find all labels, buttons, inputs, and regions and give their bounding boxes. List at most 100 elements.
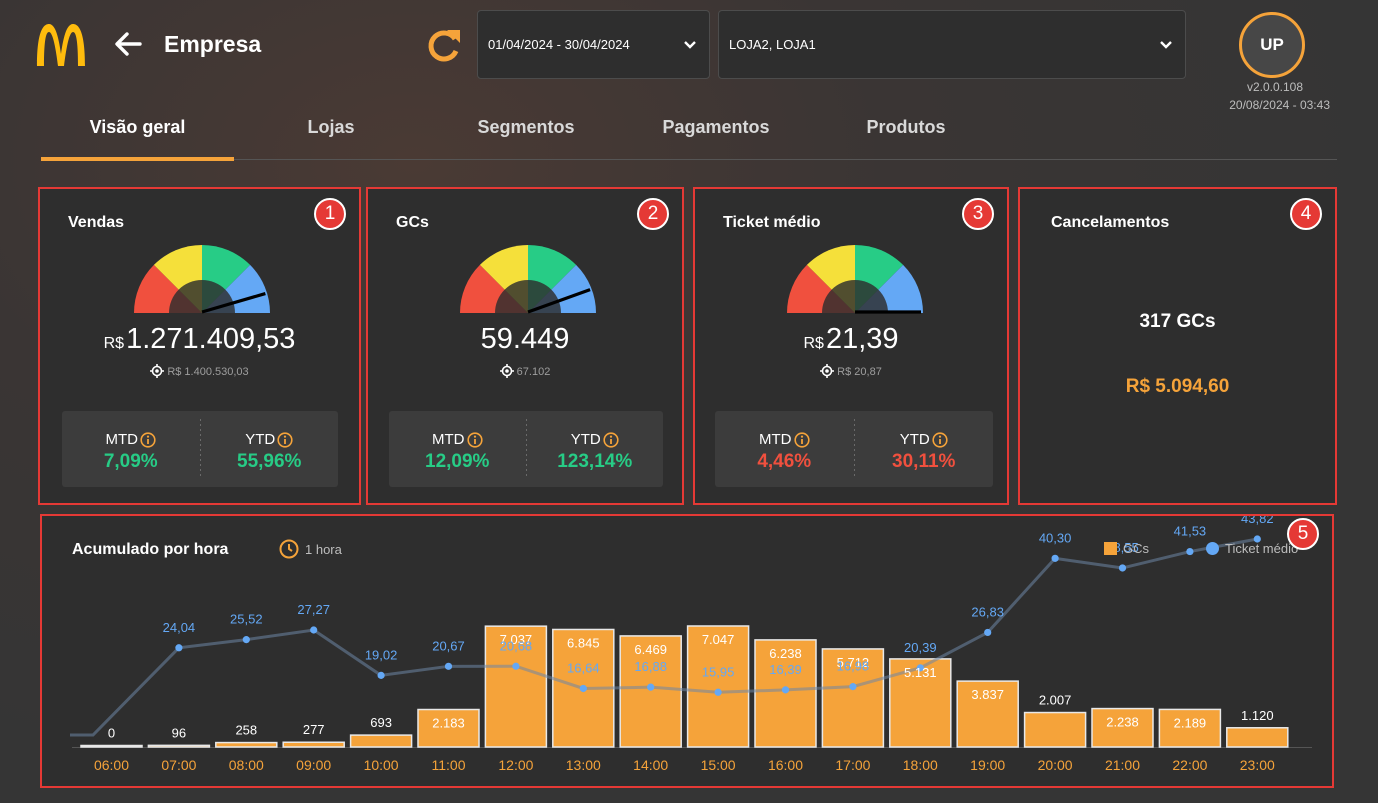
ticket-value-label: 16,39 [769, 662, 802, 677]
bar-gcs[interactable] [282, 741, 345, 748]
store-select[interactable]: LOJA2, LOJA1 [718, 10, 1186, 79]
legend-ticket[interactable]: Ticket médio [1206, 541, 1298, 556]
bar-gcs[interactable] [349, 734, 413, 748]
mtd-label: MTD [759, 431, 792, 448]
ytd-label: YTD [899, 431, 930, 448]
ticket-point[interactable] [1051, 554, 1059, 562]
mtd-value: 12,09% [425, 451, 490, 472]
gcs-card: GCs 2 59.449 67.102 MTD 12,09% YTD 123,14% [366, 187, 684, 505]
legend-label: Ticket médio [1225, 541, 1299, 556]
ticket-point[interactable] [512, 662, 520, 670]
legend-swatch [1104, 542, 1117, 555]
target-value: R$ 1.400.530,03 [167, 366, 249, 378]
app-version: v2.0.0.108 [1246, 80, 1303, 94]
bar-value-label: 7.047 [702, 632, 735, 647]
back-arrow-icon[interactable] [112, 28, 144, 60]
ticket-value-label: 20,39 [904, 640, 937, 655]
ticket-value: R$21,39 [695, 323, 1007, 356]
card-badge: 2 [637, 198, 669, 230]
x-tick-label: 19:00 [970, 757, 1005, 773]
card-title: Ticket médio [723, 214, 821, 231]
legend-swatch [1206, 542, 1219, 555]
ticket-point[interactable] [714, 688, 722, 696]
bar-gcs[interactable] [80, 744, 143, 748]
ytd-value: 123,14% [557, 451, 633, 472]
bar-value-label: 2.007 [1039, 693, 1072, 708]
tab-pagamentos[interactable]: Pagamentos [656, 117, 776, 138]
x-tick-label: 17:00 [835, 757, 870, 773]
ticket-value-label: 24,04 [163, 620, 196, 635]
ticket-point[interactable] [984, 628, 992, 637]
ticket-point[interactable] [377, 671, 385, 679]
tab-segmentos[interactable]: Segmentos [471, 117, 581, 138]
date-range-select[interactable]: 01/04/2024 - 30/04/2024 [477, 10, 710, 79]
store-value: LOJA2, LOJA1 [729, 37, 816, 52]
ticket-point[interactable] [781, 686, 790, 694]
ticket-point[interactable] [849, 683, 857, 691]
tab-produtos[interactable]: Produtos [856, 117, 956, 138]
kpi-panel: MTD 12,09% YTD 123,14% [389, 411, 663, 487]
ticket-point[interactable] [310, 626, 318, 634]
bar-gcs[interactable] [1226, 727, 1289, 748]
tab-visao-geral[interactable]: Visão geral [41, 117, 234, 138]
ytd-label: YTD [245, 431, 276, 448]
refresh-icon[interactable] [425, 26, 463, 64]
target-icon [150, 364, 165, 378]
gcs-value: 59.449 [480, 323, 570, 355]
ticket-value-label: 40,30 [1039, 530, 1072, 545]
currency-symbol: R$ [103, 335, 125, 352]
vendas-amount: 1.271.409,53 [126, 323, 296, 355]
ticket-value-label: 19,02 [365, 647, 398, 662]
page-title: Empresa [164, 31, 262, 57]
user-avatar[interactable]: UP [1239, 12, 1305, 78]
x-tick-label: 07:00 [161, 757, 196, 773]
ticket-medio-card: Ticket médio 3 R$21,39 R$ 20,87 MTD 4,46%… [693, 187, 1009, 505]
target-icon [820, 364, 835, 378]
ticket-value-label: 41,53 [1174, 524, 1207, 539]
kpi-panel: MTD 4,46% YTD 30,11% [715, 411, 993, 487]
info-icon[interactable] [277, 431, 293, 448]
interval-selector[interactable]: 1 hora [279, 539, 342, 559]
legend-gcs[interactable]: GCs [1104, 541, 1149, 556]
x-tick-label: 11:00 [432, 757, 466, 773]
ticket-value-label: 20,67 [432, 638, 465, 653]
info-icon[interactable] [793, 431, 810, 448]
currency-symbol: R$ [803, 335, 824, 352]
ticket-point[interactable] [647, 683, 655, 691]
bar-gcs[interactable] [147, 744, 211, 748]
bar-value-label: 258 [235, 723, 257, 738]
vendas-card: Vendas 1 R$1.271.409,53 R$ 1.400.530,03 … [38, 187, 361, 505]
clock-icon [279, 539, 299, 559]
target-icon [499, 364, 514, 378]
gauge-icon [787, 245, 923, 314]
tab-lojas[interactable]: Lojas [281, 117, 381, 138]
card-title: GCs [396, 214, 429, 231]
cancelled-gcs: 317 GCs [1139, 311, 1216, 332]
ticket-value-label: 16,98 [837, 659, 870, 674]
ticket-point[interactable] [579, 684, 587, 693]
ticket-value-label: 20,68 [500, 638, 533, 653]
ticket-point[interactable] [1118, 564, 1127, 572]
ticket-value-label: 27,27 [297, 602, 330, 617]
ticket-point[interactable] [444, 662, 453, 670]
bar-gcs[interactable] [215, 741, 278, 748]
ticket-value-label: 16,64 [567, 660, 600, 675]
bar-value-label: 277 [303, 722, 325, 737]
x-tick-label: 14:00 [633, 757, 668, 773]
ticket-point[interactable] [175, 644, 183, 652]
x-tick-label: 13:00 [566, 757, 601, 773]
bar-value-label: 96 [172, 725, 186, 740]
bar-gcs[interactable] [1023, 711, 1087, 748]
info-icon[interactable] [932, 431, 948, 448]
date-range-value: 01/04/2024 - 30/04/2024 [488, 37, 630, 52]
ticket-point[interactable] [1186, 547, 1194, 556]
gauge-icon [134, 245, 270, 314]
ticket-point[interactable] [242, 636, 250, 644]
mtd-value: 7,09% [103, 451, 158, 472]
info-icon[interactable] [466, 431, 483, 448]
info-icon[interactable] [603, 431, 619, 448]
card-badge: 5 [1287, 518, 1319, 550]
x-tick-label: 18:00 [903, 757, 938, 773]
info-icon[interactable] [140, 431, 156, 448]
bar-value-label: 6.238 [769, 646, 802, 661]
